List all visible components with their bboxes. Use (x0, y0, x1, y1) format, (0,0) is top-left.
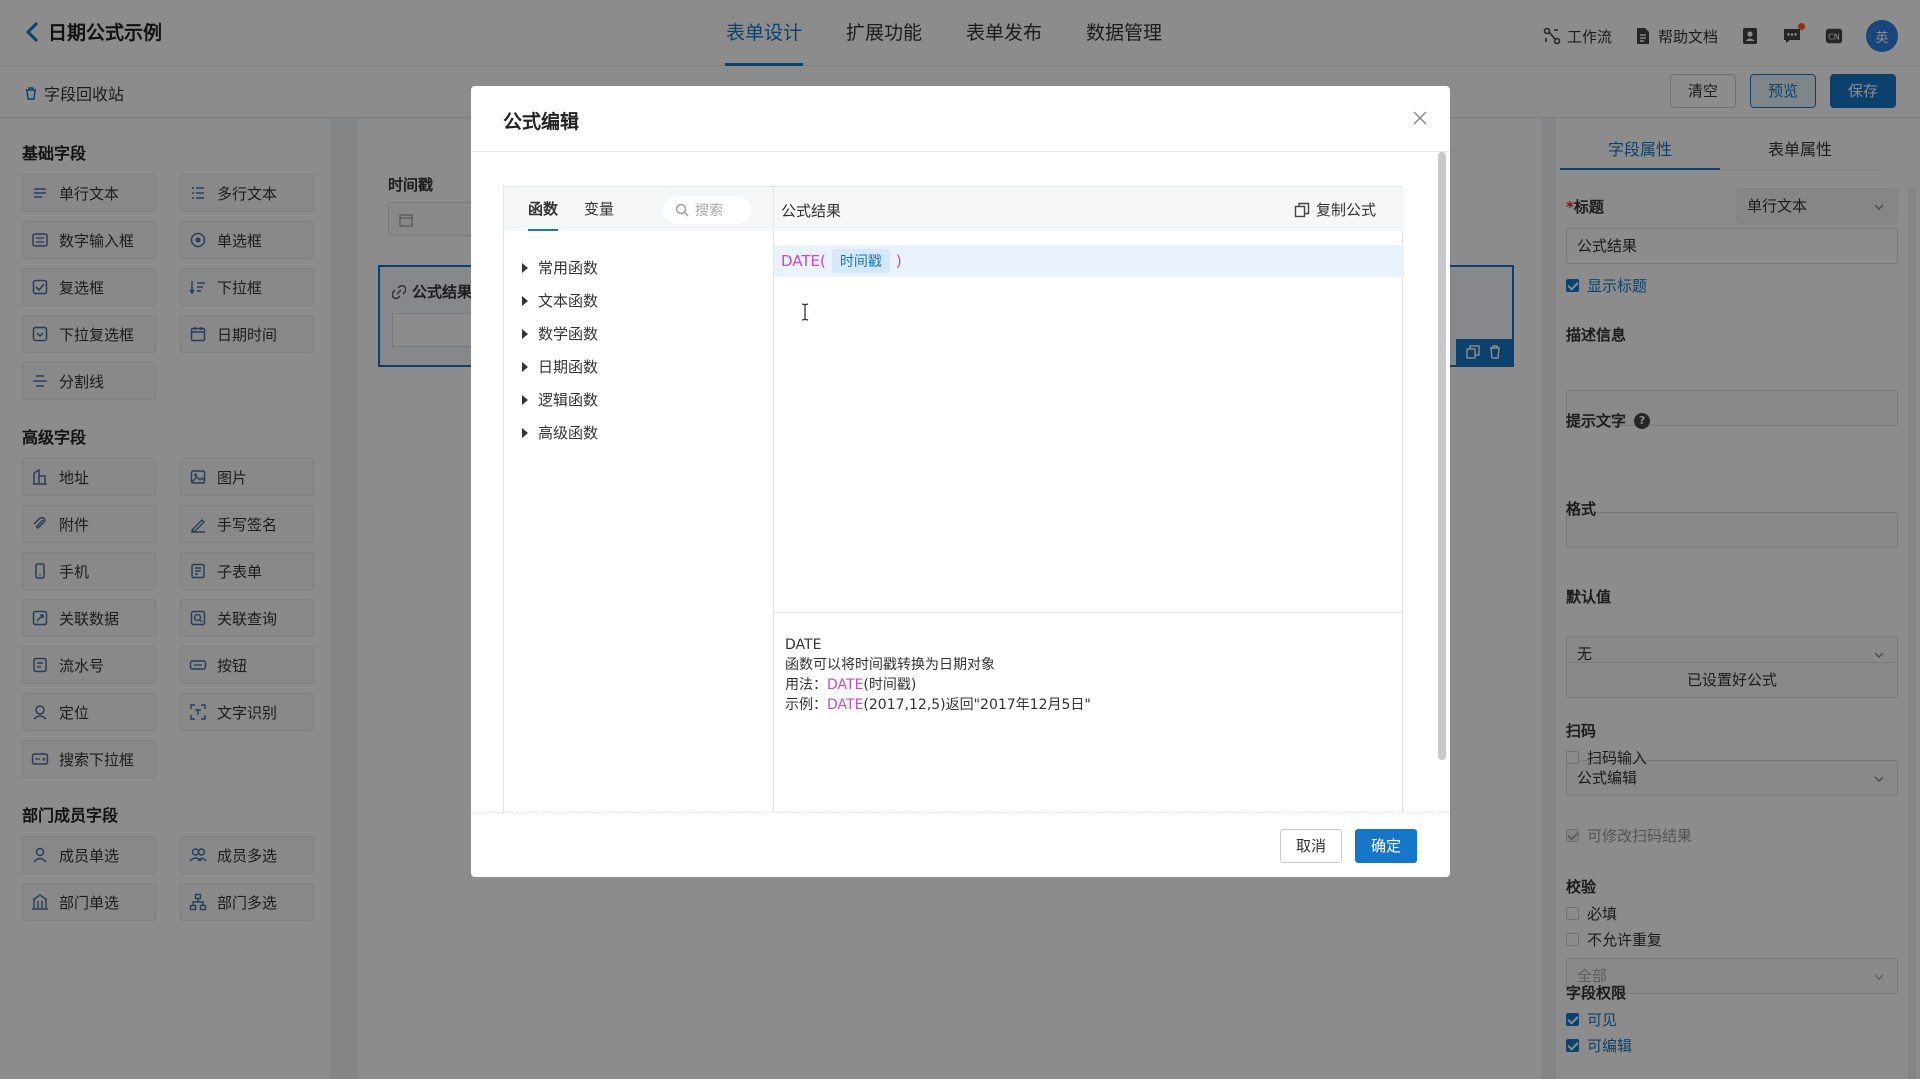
cancel-button[interactable]: 取消 (1279, 829, 1342, 863)
scrollbar-thumb[interactable] (1438, 152, 1446, 760)
formula-result-label: 公式结果 (781, 202, 842, 220)
desc-usage: 用法：DATE(时间戳) (785, 677, 917, 693)
function-category-label: 逻辑函数 (538, 391, 599, 409)
function-category-4[interactable]: 逻辑函数 (522, 383, 773, 416)
text-cursor-icon (801, 303, 809, 321)
copy-icon (1294, 202, 1310, 217)
caret-right-icon (522, 427, 528, 438)
function-category-3[interactable]: 日期函数 (522, 350, 773, 383)
dialog-scrollbar[interactable] (1438, 152, 1446, 772)
function-category-label: 高级函数 (538, 424, 599, 442)
function-category-label: 文本函数 (538, 292, 599, 310)
caret-right-icon (522, 262, 528, 273)
function-category-label: 日期函数 (538, 358, 599, 376)
function-category-5[interactable]: 高级函数 (522, 416, 773, 449)
caret-right-icon (522, 394, 528, 405)
dialog-header: 公式编辑 (471, 86, 1450, 152)
function-category-2[interactable]: 数学函数 (522, 317, 773, 350)
confirm-button[interactable]: 确定 (1354, 829, 1417, 863)
tab-variables[interactable]: 变量 (584, 187, 614, 231)
formula-editor[interactable]: DATE( 时间戳 ) (774, 231, 1404, 613)
close-icon[interactable] (1412, 110, 1428, 126)
dialog-footer: 取消 确定 (471, 812, 1450, 877)
copy-formula-button[interactable]: 复制公式 (1294, 199, 1376, 220)
formula-close-paren: ) (895, 252, 902, 270)
function-description: DATE 函数可以将时间戳转换为日期对象 用法：DATE(时间戳) 示例：DAT… (785, 635, 1091, 715)
caret-right-icon (522, 328, 528, 339)
caret-right-icon (522, 361, 528, 372)
caret-right-icon (522, 295, 528, 306)
formula-function: DATE( (781, 252, 826, 270)
formula-panel: 公式结果 复制公式 DATE( 时间戳 ) DATE 函数可以将时间戳转换为日期… (774, 187, 1404, 813)
formula-header: 公式结果 复制公式 (774, 187, 1404, 231)
copy-formula-label: 复制公式 (1315, 201, 1376, 219)
function-category-label: 常用函数 (538, 259, 599, 277)
formula-editor-dialog: 公式编辑 函数 变量 搜索 常用函数文本函数数学函数日期函数逻辑函数高级函数 公… (471, 86, 1450, 877)
function-search-input[interactable]: 搜索 (663, 196, 751, 224)
search-placeholder: 搜索 (695, 203, 723, 219)
formula-line: DATE( 时间戳 ) (774, 245, 1404, 277)
search-icon (675, 203, 689, 217)
dialog-title: 公式编辑 (503, 111, 580, 133)
desc-summary: 函数可以将时间戳转换为日期对象 (785, 657, 995, 673)
function-tree: 常用函数文本函数数学函数日期函数逻辑函数高级函数 (504, 231, 773, 449)
tab-functions[interactable]: 函数 (528, 187, 559, 231)
function-category-0[interactable]: 常用函数 (522, 251, 773, 284)
function-panel: 函数 变量 搜索 常用函数文本函数数学函数日期函数逻辑函数高级函数 (504, 187, 774, 813)
function-category-1[interactable]: 文本函数 (522, 284, 773, 317)
function-tabs: 函数 变量 搜索 (504, 187, 773, 231)
desc-example: 示例：DATE(2017,12,5)返回"2017年12月5日" (785, 697, 1091, 713)
dialog-body: 函数 变量 搜索 常用函数文本函数数学函数日期函数逻辑函数高级函数 公式结果 复… (503, 186, 1404, 813)
desc-name: DATE (785, 637, 822, 653)
function-category-label: 数学函数 (538, 325, 599, 343)
dialog-buttons: 取消 确定 (1279, 829, 1417, 863)
formula-variable-chip[interactable]: 时间戳 (831, 249, 890, 273)
